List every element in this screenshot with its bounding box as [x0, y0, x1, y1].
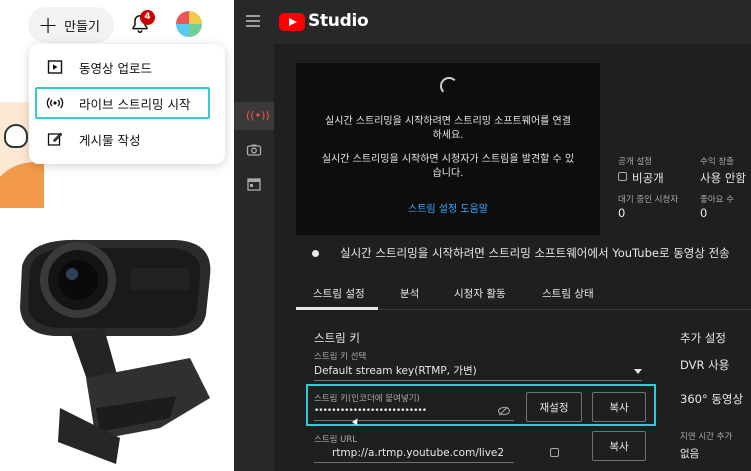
youtube-logo-icon[interactable]	[279, 13, 305, 31]
notification-badge: 4	[140, 10, 155, 25]
stream-setup-help-link[interactable]: 스트림 설정 도움말	[296, 200, 600, 215]
stream-preview: 실시간 스트리밍을 시작하려면 스트리밍 소프트웨어를 연결 하세요. 실시간 …	[296, 63, 600, 235]
menu-item-upload-label: 동영상 업로드	[79, 60, 152, 76]
play-box-icon	[46, 58, 64, 76]
additional-settings-title: 추가 설정	[680, 331, 726, 345]
video-360-toggle-label[interactable]: 360° 동영상	[680, 391, 743, 407]
lock-icon	[618, 172, 627, 181]
stream-key-select[interactable]: Default stream key(RTMP, 가변)	[314, 363, 477, 378]
tab-stream-health[interactable]: 스트림 상태	[542, 286, 594, 301]
menu-item-create-post-label: 게시물 작성	[79, 132, 141, 148]
status-dot-icon	[312, 250, 319, 257]
plus-icon: +	[38, 11, 59, 39]
chevron-down-icon[interactable]	[634, 369, 642, 374]
menu-icon[interactable]	[246, 15, 260, 27]
copy-url-button[interactable]: 복사	[592, 431, 646, 461]
monetization-value: 사용 안함	[700, 171, 746, 185]
waiting-viewers-value: 0	[618, 206, 626, 220]
illustration-character	[4, 124, 28, 148]
latency-label: 지연 시간 추가	[680, 432, 733, 442]
tab-viewer-activity[interactable]: 시청자 활동	[454, 286, 506, 301]
menu-item-create-post[interactable]: 게시물 작성	[29, 122, 225, 156]
loading-spinner-icon	[440, 77, 458, 95]
preview-message-line2: 하세요.	[432, 130, 464, 141]
waiting-viewers-label: 대기 중인 시청자	[618, 195, 679, 205]
create-button[interactable]: + 만들기	[28, 7, 114, 43]
calendar-rail-icon[interactable]	[246, 176, 262, 192]
studio-topbar: Studio	[234, 0, 751, 44]
stream-url-value: rtmp://a.rtmp.youtube.com/live2	[332, 447, 505, 459]
create-button-label: 만들기	[64, 19, 100, 35]
visibility-label: 공개 설정	[618, 157, 652, 167]
camera-rail-icon[interactable]	[246, 142, 262, 158]
monetization-label: 수익 창출	[700, 157, 734, 167]
highlight-box-go-live	[35, 87, 210, 119]
webcam-image	[0, 228, 232, 471]
tab-analytics[interactable]: 분석	[400, 286, 419, 301]
stream-status-bar: 실시간 스트리밍을 시작하려면 스트리밍 소프트웨어에서 YouTube로 동영…	[296, 238, 751, 268]
dvr-toggle-label[interactable]: DVR 사용	[680, 357, 729, 373]
edit-icon	[46, 130, 64, 148]
webcam-illustration	[20, 239, 211, 464]
studio-logo-text: Studio	[308, 11, 369, 31]
avatar[interactable]	[176, 11, 202, 37]
stream-key-select-label: 스트림 키 선택	[314, 352, 367, 362]
stream-key-section-title: 스트림 키	[314, 331, 360, 345]
preview-message-line1: 실시간 스트리밍을 시작하려면 스트리밍 소프트웨어를 연결	[325, 116, 571, 127]
preview-message-line3: 실시간 스트리밍을 시작하면 시청자가 스트림을 발견할 수 있	[321, 154, 575, 165]
url-underline	[314, 462, 514, 463]
studio-side-rail: ((•))	[234, 44, 274, 471]
visibility-value: 비공개	[632, 171, 664, 185]
preview-message-line4: 습니다.	[432, 168, 464, 179]
menu-item-upload-video[interactable]: 동영상 업로드	[29, 50, 225, 84]
likes-value: 0	[700, 206, 708, 220]
live-broadcast-rail-icon[interactable]: ((•))	[246, 108, 270, 124]
active-tab-indicator	[296, 307, 378, 310]
illustration-arc	[0, 162, 44, 208]
likes-label: 좋아요 수	[700, 195, 734, 205]
stream-url-label: 스트림 URL	[314, 435, 358, 445]
select-underline	[314, 380, 642, 381]
youtube-topbar: + 만들기 4	[0, 0, 232, 44]
stream-status-text: 실시간 스트리밍을 시작하려면 스트리밍 소프트웨어에서 YouTube로 동영…	[340, 246, 730, 260]
youtube-header-panel: + 만들기 4 동영상 업로드 라이브 스트리밍 시작 게시물 작성	[0, 0, 232, 471]
lock-icon	[550, 448, 559, 457]
tab-stream-settings[interactable]: 스트림 설정	[313, 286, 365, 301]
latency-value[interactable]: 없음	[680, 446, 699, 461]
stream-tabs: 스트림 설정 분석 시청자 활동 스트림 상태	[296, 276, 751, 310]
